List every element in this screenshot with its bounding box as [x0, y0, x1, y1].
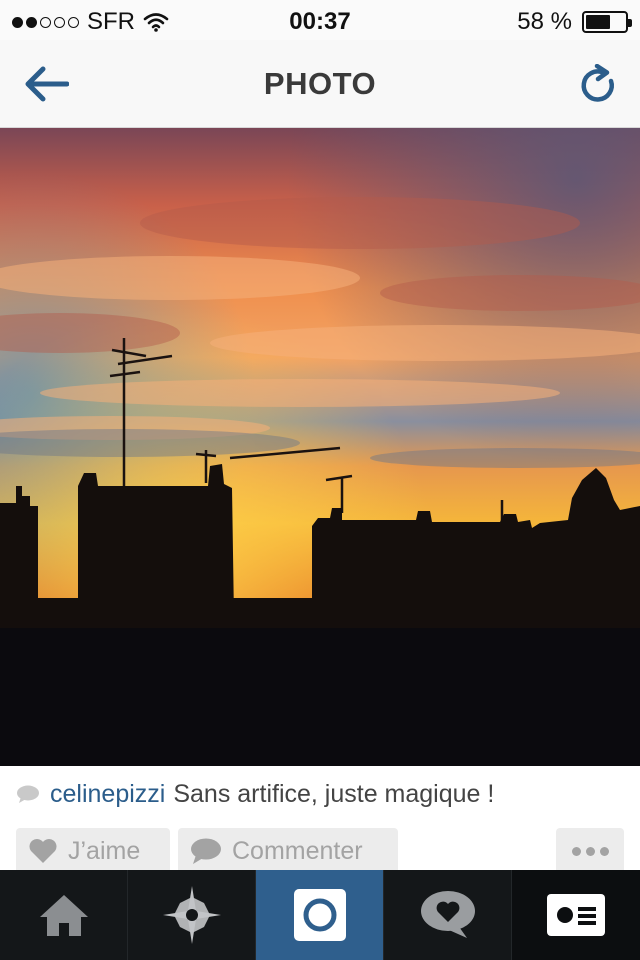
comment-bubble-icon	[17, 785, 39, 803]
tab-camera[interactable]	[256, 870, 384, 960]
battery-percent: 58 %	[517, 8, 572, 35]
refresh-icon	[581, 64, 614, 102]
post-caption: celinepizzi Sans artifice, juste magique…	[16, 776, 624, 812]
home-icon	[39, 895, 88, 936]
tab-bar	[0, 870, 640, 960]
post-actions: J’aime Commenter	[0, 828, 640, 874]
refresh-button[interactable]	[574, 60, 622, 108]
tab-explore[interactable]	[128, 870, 256, 960]
speech-bubble-icon	[191, 838, 221, 864]
tab-activity[interactable]	[384, 870, 512, 960]
page-title: PHOTO	[263, 66, 377, 101]
camera-icon	[293, 889, 346, 941]
post-author-username[interactable]: celinepizzi	[50, 780, 165, 809]
sunset-photo-image	[0, 128, 640, 766]
activity-heart-bubble-icon	[420, 891, 475, 938]
post-photo[interactable]	[0, 128, 640, 766]
heart-icon	[29, 839, 57, 863]
status-bar: SFR 00:37 58 %	[0, 0, 640, 40]
tab-home[interactable]	[0, 870, 128, 960]
explore-star-icon	[162, 886, 221, 944]
navigation-bar: PHOTO	[0, 40, 640, 128]
comment-label: Commenter	[232, 836, 363, 865]
more-dots-icon	[571, 846, 609, 856]
like-label: J’aime	[68, 836, 141, 865]
more-options-button[interactable]	[556, 828, 624, 874]
like-button[interactable]: J’aime	[16, 828, 170, 874]
comment-button[interactable]: Commenter	[178, 828, 398, 874]
battery-info: 58 %	[517, 8, 632, 36]
post-caption-text: Sans artifice, juste magique !	[173, 779, 495, 808]
battery-icon	[582, 11, 632, 33]
profile-card-icon	[547, 894, 605, 936]
tab-profile[interactable]	[512, 870, 640, 960]
